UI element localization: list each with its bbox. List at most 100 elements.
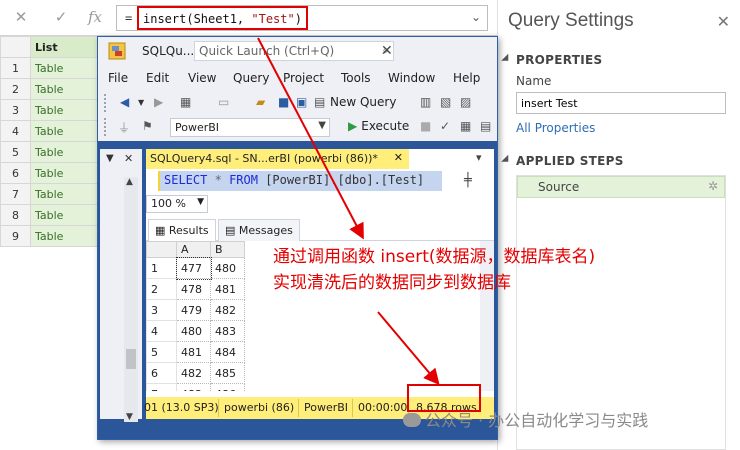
menu-tools[interactable]: Tools (341, 71, 371, 85)
commit-icon[interactable]: ✓ (50, 6, 72, 28)
menu-query[interactable]: Query (233, 71, 269, 85)
grid-cell-b[interactable]: 480 (210, 257, 245, 279)
all-properties-link[interactable]: All Properties (516, 121, 595, 135)
split-icon[interactable]: ╪ (464, 173, 472, 188)
grid-row[interactable]: 7483486 (146, 383, 245, 391)
grid-row-number[interactable]: 2 (146, 278, 177, 300)
tab-results[interactable]: ▦ Results (148, 219, 216, 241)
database-query-icon[interactable]: ▥ (420, 95, 431, 109)
change-connection-icon[interactable]: ⚑ (142, 119, 153, 133)
applied-step[interactable]: Source ✲ (517, 176, 725, 198)
scroll-up-icon[interactable]: ▲ (126, 177, 133, 187)
tab-messages[interactable]: ▤ Messages (218, 219, 300, 241)
table-row[interactable]: 7 Table (0, 183, 100, 205)
formula-input[interactable]: = insert(Sheet1, "Test") ⌄ (116, 5, 488, 31)
fx-icon[interactable]: fx (84, 6, 106, 28)
table-cell-link[interactable]: Table (30, 78, 100, 100)
new-query-button[interactable]: New Query (330, 95, 396, 109)
table-cell-link[interactable]: Table (30, 141, 100, 163)
grid-row[interactable]: 5 481 484 (146, 341, 245, 363)
query-name-input[interactable] (516, 92, 726, 114)
chevron-down-icon[interactable]: ⌄ (471, 10, 481, 24)
table-row[interactable]: 3 Table (0, 99, 100, 121)
table-row[interactable]: 6 Table (0, 162, 100, 184)
save-all-icon[interactable]: ▣ (296, 95, 307, 109)
grid-cell-a[interactable]: 482 (176, 362, 211, 384)
grid-row[interactable]: 6 482 485 (146, 362, 245, 384)
grid-cell-b[interactable]: 484 (210, 341, 245, 363)
grid-row[interactable]: 2 478 481 (146, 278, 245, 300)
toolbar-grip[interactable] (104, 94, 106, 112)
close-icon[interactable]: ✕ (381, 43, 393, 59)
results-text-icon[interactable]: ▤ (480, 119, 491, 133)
cancel-icon[interactable]: ✕ (10, 6, 32, 28)
dmx-query-icon[interactable]: ▨ (460, 95, 471, 109)
menu-file[interactable]: File (108, 71, 128, 85)
grid-cell-a[interactable]: 483 (176, 383, 211, 391)
zoom-select[interactable]: 100 % ▼ (146, 195, 208, 213)
grid-cell-a[interactable]: 481 (176, 341, 211, 363)
tab-sqlquery4[interactable]: SQLQuery4.sql - SN...erBI (powerbi (86))… (146, 149, 409, 169)
grid-row-number[interactable]: 7 (146, 383, 177, 391)
open-icon[interactable]: ▰ (256, 95, 265, 109)
table-cell-link[interactable]: Table (30, 120, 100, 142)
new-query-icon[interactable]: ▤ (314, 95, 325, 109)
chevron-down-icon[interactable]: ▾ (476, 151, 482, 164)
grid-row-number[interactable]: 4 (146, 320, 177, 342)
new-project-icon[interactable]: ▦ (180, 95, 191, 109)
grid-corner[interactable] (146, 241, 177, 258)
menu-project[interactable]: Project (283, 71, 324, 85)
grid-cell-a[interactable]: 479 (176, 299, 211, 321)
stop-icon[interactable]: ■ (420, 119, 431, 133)
grid-row[interactable]: 4 480 483 (146, 320, 245, 342)
grid-cell-b[interactable]: 485 (210, 362, 245, 384)
menu-edit[interactable]: Edit (146, 71, 169, 85)
table-row[interactable]: 9 Table (0, 225, 100, 247)
table-row[interactable]: 2 Table (0, 78, 100, 100)
table-cell-link[interactable]: Table (30, 204, 100, 226)
grid-cell-a[interactable]: 477 (175, 256, 212, 280)
grid-row-number[interactable]: 6 (146, 362, 177, 384)
table-row[interactable]: 5 Table (0, 141, 100, 163)
grid-row[interactable]: 1 477 480 (146, 256, 245, 280)
menu-help[interactable]: Help (453, 71, 480, 85)
gear-icon[interactable]: ✲ (708, 179, 718, 193)
add-item-icon[interactable]: ▭ (218, 95, 229, 109)
close-icon[interactable]: ✕ (124, 152, 133, 165)
pin-icon[interactable]: ▼ (106, 153, 114, 164)
grid-row-number[interactable]: 5 (146, 341, 177, 363)
grid-cell-b[interactable]: 481 (210, 278, 245, 300)
connect-icon[interactable]: ⏚ (118, 119, 130, 136)
table-row[interactable]: 1 Table (0, 57, 100, 79)
toolbar-grip[interactable] (104, 118, 106, 136)
table-cell-link[interactable]: Table (30, 225, 100, 247)
menu-view[interactable]: View (188, 71, 216, 85)
close-icon[interactable]: ✕ (717, 12, 730, 31)
scrollbar-thumb[interactable] (126, 349, 136, 369)
table-cell-link[interactable]: Table (30, 99, 100, 121)
sql-statement[interactable]: SELECT * FROM [PowerBI].[dbo].[Test] (158, 171, 442, 191)
menu-window[interactable]: Window (388, 71, 435, 85)
grid-column-header-a[interactable]: A (176, 241, 211, 258)
table-row[interactable]: 4 Table (0, 120, 100, 142)
grid-cell-b[interactable]: 483 (210, 320, 245, 342)
grid-cell-a[interactable]: 478 (176, 278, 211, 300)
table-cell-link[interactable]: Table (30, 162, 100, 184)
table-cell-link[interactable]: Table (30, 183, 100, 205)
forward-icon[interactable]: ▶ (154, 95, 163, 109)
mdx-query-icon[interactable]: ▧ (440, 95, 451, 109)
table-cell-link[interactable]: Table (30, 57, 100, 79)
grid-column-header-b[interactable]: B (210, 241, 245, 258)
column-header-list[interactable]: List (30, 36, 100, 58)
save-icon[interactable]: ■ (278, 95, 289, 109)
chevron-down-icon[interactable]: ▼ (138, 98, 144, 107)
table-row[interactable]: 8 Table (0, 204, 100, 226)
properties-header[interactable]: PROPERTIES (516, 53, 602, 67)
scroll-down-icon[interactable]: ▼ (126, 412, 133, 422)
grid-row-number[interactable]: 1 (146, 257, 177, 279)
quick-launch-input[interactable]: Quick Launch (Ctrl+Q) ⌕ (194, 41, 394, 61)
database-select[interactable]: PowerBI ▼ (170, 118, 330, 137)
grid-cell-b[interactable]: 482 (210, 299, 245, 321)
close-icon[interactable]: ✕ (394, 151, 403, 164)
object-explorer-scrollbar[interactable]: ▲ ▼ (124, 177, 138, 422)
